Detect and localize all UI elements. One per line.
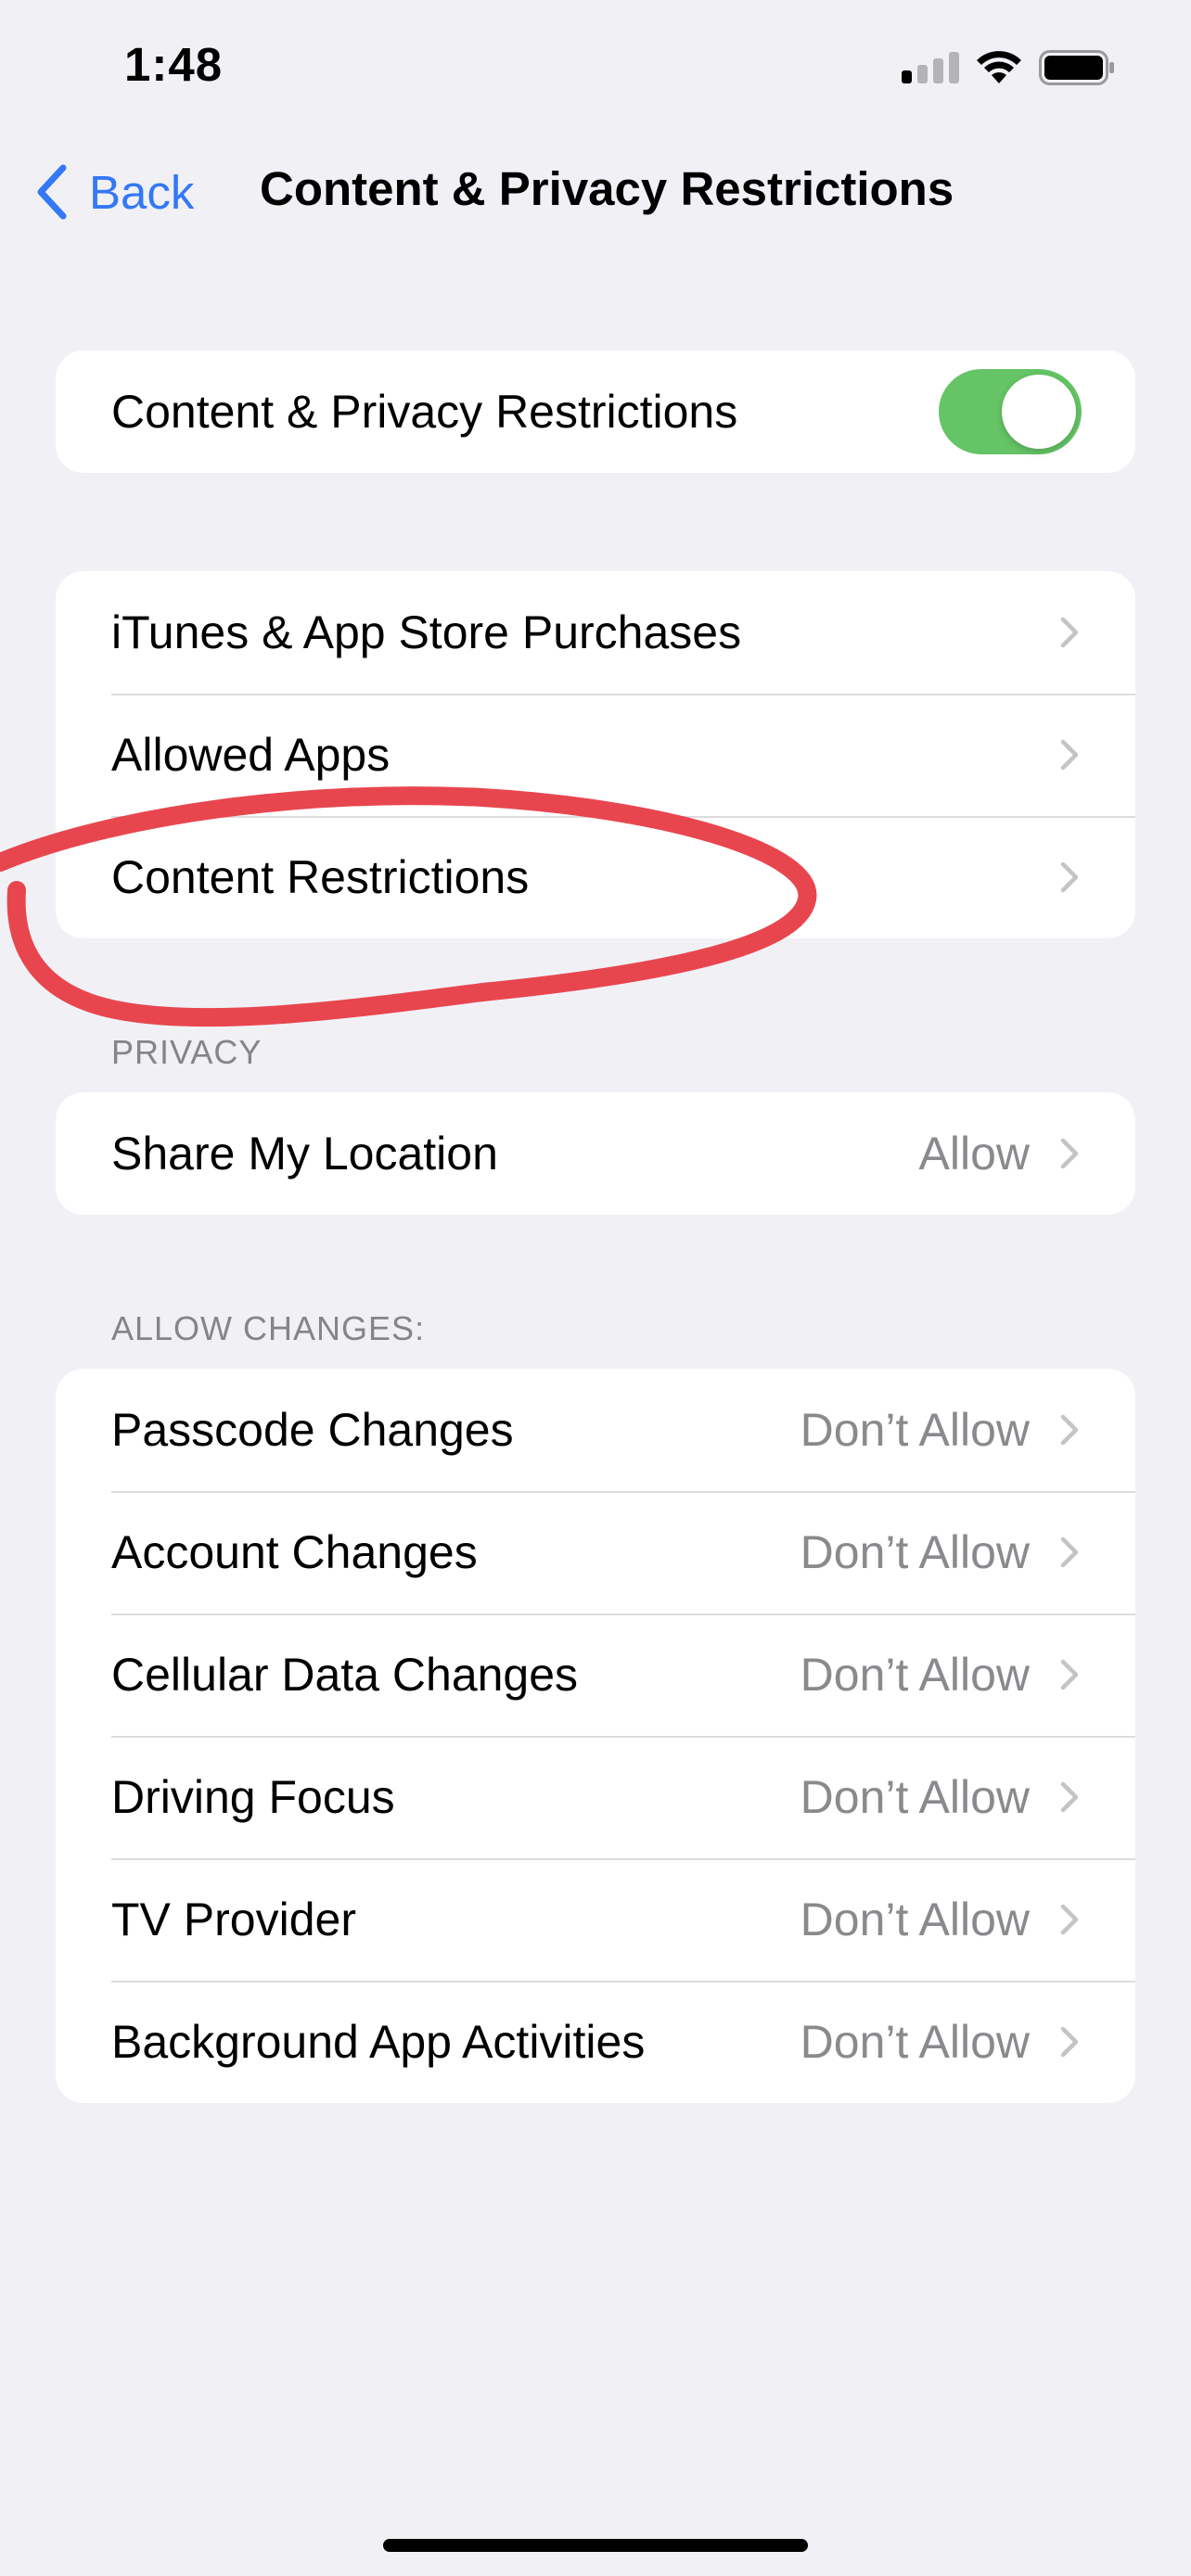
back-label: Back [89, 165, 195, 219]
toggle-knob [1002, 375, 1076, 449]
list-item-tv-provider[interactable]: TV Provider Don’t Allow [56, 1858, 1135, 1981]
allow-changes-group: Passcode Changes Don’t Allow Account Cha… [56, 1369, 1135, 2103]
list-item-value: Don’t Allow [800, 1649, 1030, 1701]
content-privacy-toggle-row: Content & Privacy Restrictions [56, 351, 1135, 473]
cellular-signal-icon [902, 52, 959, 83]
page-title: Content & Privacy Restrictions [260, 162, 954, 215]
list-item-value: Don’t Allow [800, 1771, 1030, 1823]
list-item-itunes-app-store-purchases[interactable]: iTunes & App Store Purchases [56, 571, 1135, 694]
list-item-label: Background App Activities [111, 2016, 646, 2068]
restrictions-group: iTunes & App Store Purchases Allowed App… [56, 571, 1135, 938]
list-item-value: Don’t Allow [800, 1404, 1030, 1456]
list-item-cellular-data-changes[interactable]: Cellular Data Changes Don’t Allow [56, 1613, 1135, 1736]
list-item-value: Allow [918, 1128, 1030, 1180]
main-toggle-group: Content & Privacy Restrictions [56, 351, 1135, 473]
back-button[interactable]: Back [33, 159, 194, 224]
chevron-right-icon [1060, 739, 1079, 771]
list-item-label: iTunes & App Store Purchases [111, 606, 742, 658]
list-item-label: Cellular Data Changes [111, 1649, 579, 1701]
list-item-label: Allowed Apps [111, 729, 391, 781]
list-item-passcode-changes[interactable]: Passcode Changes Don’t Allow [56, 1369, 1135, 1491]
list-item-label: Driving Focus [111, 1771, 395, 1823]
chevron-right-icon [1060, 861, 1079, 893]
list-item-background-app-activities[interactable]: Background App Activities Don’t Allow [56, 1981, 1135, 2103]
chevron-right-icon [1060, 1138, 1079, 1169]
wifi-icon [977, 51, 1021, 83]
screen: 1:48 Back Content & Privacy Restrictions… [0, 0, 1191, 2576]
privacy-section-header: PRIVACY [111, 1033, 263, 1071]
list-item-label: Share My Location [111, 1128, 498, 1180]
list-item-value: Don’t Allow [800, 2016, 1030, 2068]
chevron-right-icon [1060, 1537, 1079, 1568]
content-privacy-label: Content & Privacy Restrictions [111, 386, 738, 438]
chevron-right-icon [1060, 617, 1079, 648]
list-item-allowed-apps[interactable]: Allowed Apps [56, 694, 1135, 816]
chevron-right-icon [1060, 2026, 1079, 2058]
status-time: 1:48 [124, 38, 224, 91]
content-privacy-toggle[interactable] [939, 369, 1082, 454]
list-item-content-restrictions[interactable]: Content Restrictions [56, 816, 1135, 938]
chevron-left-icon [37, 164, 67, 220]
list-item-label: TV Provider [111, 1894, 356, 1945]
list-item-label: Account Changes [111, 1526, 478, 1578]
list-item-driving-focus[interactable]: Driving Focus Don’t Allow [56, 1736, 1135, 1858]
privacy-group: Share My Location Allow [56, 1092, 1135, 1215]
list-item-label: Passcode Changes [111, 1404, 514, 1456]
chevron-right-icon [1060, 1414, 1079, 1446]
chevron-right-icon [1060, 1781, 1079, 1813]
list-item-value: Don’t Allow [800, 1526, 1030, 1578]
list-item-share-my-location[interactable]: Share My Location Allow [56, 1092, 1135, 1215]
chevron-right-icon [1060, 1659, 1079, 1690]
list-item-label: Content Restrictions [111, 851, 530, 903]
list-item-account-changes[interactable]: Account Changes Don’t Allow [56, 1491, 1135, 1613]
allow-changes-section-header: ALLOW CHANGES: [111, 1309, 426, 1347]
list-item-value: Don’t Allow [800, 1894, 1030, 1945]
battery-icon [1039, 50, 1114, 85]
home-indicator[interactable] [383, 2539, 808, 2552]
chevron-right-icon [1060, 1904, 1079, 1935]
